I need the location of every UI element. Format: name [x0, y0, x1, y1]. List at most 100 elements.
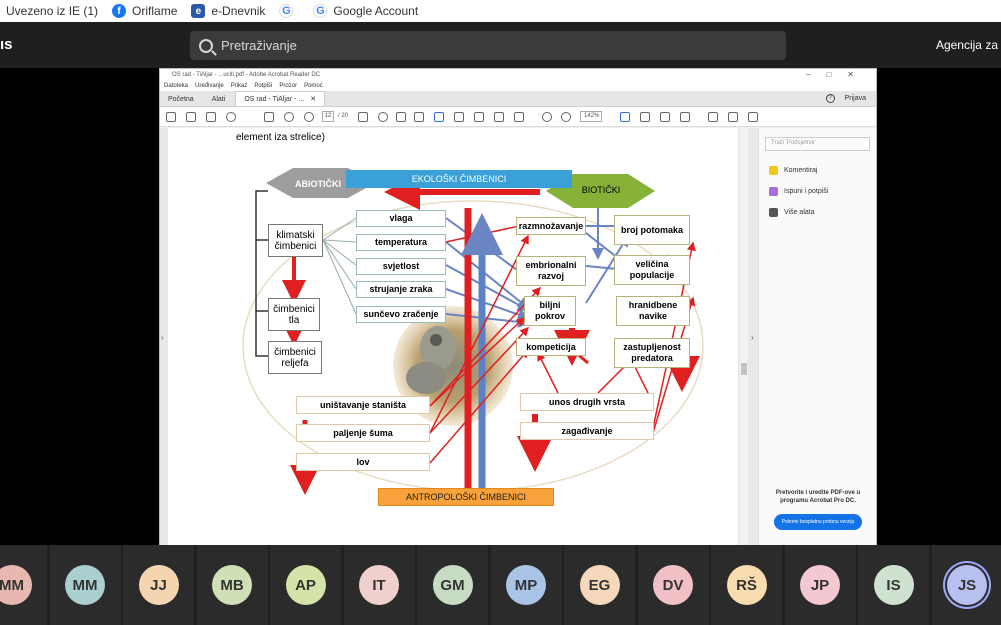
scroll-thumb[interactable]: [741, 363, 747, 375]
participant-tile[interactable]: JP: [784, 545, 856, 625]
marquee-icon[interactable]: [620, 112, 630, 122]
bookmark-ednevnik[interactable]: e e-Dnevnik: [191, 4, 265, 18]
promo-text: Pretvorite i uredite PDF-ove u programu …: [775, 490, 861, 504]
bookmark-ie-import[interactable]: Uvezeno iz IE (1): [6, 4, 98, 18]
page-up-icon[interactable]: [284, 112, 294, 122]
menu-help[interactable]: Pomoć: [304, 83, 323, 89]
tools-search-input[interactable]: Traži 'Podsjetnik': [765, 137, 870, 151]
bookmark-google[interactable]: G: [279, 4, 299, 18]
participant-tile[interactable]: MB: [196, 545, 268, 625]
vertical-scrollbar[interactable]: [740, 128, 748, 545]
hranidbene-navike-box: hranidbene navike: [616, 296, 690, 326]
participant-tile[interactable]: AP: [270, 545, 341, 625]
two-page-icon[interactable]: [454, 112, 464, 122]
menu-file[interactable]: Datoteka: [164, 83, 188, 89]
search-icon[interactable]: [226, 112, 236, 122]
participant-tile[interactable]: GM: [417, 545, 488, 625]
comment-icon[interactable]: [708, 112, 718, 122]
participant-tile[interactable]: MM: [0, 545, 47, 625]
suncevo-box: sunčevo zračenje: [356, 306, 446, 323]
window-controls[interactable]: –□✕: [806, 70, 870, 79]
crop-icon[interactable]: [494, 112, 504, 122]
free-trial-button[interactable]: Pokreni besplatnu probnu verziju: [774, 514, 862, 530]
bioticki-label: BIOTIČKI: [581, 185, 621, 195]
kompeticija-box: kompeticija: [516, 338, 586, 356]
tool-label: Više alata: [784, 209, 815, 216]
ekoloski-banner: EKOLOŠKI ČIMBENICI: [346, 170, 572, 188]
window-titlebar: OS rad - TiAljar - ...uciti.pdf - Adobe …: [160, 69, 876, 81]
participant-tile[interactable]: RŠ: [711, 545, 782, 625]
page-number-input[interactable]: 12: [322, 111, 334, 122]
login-area[interactable]: ? Prijava: [825, 94, 866, 103]
reljefa-box: čimbenici reljefa: [268, 341, 322, 374]
close-icon[interactable]: ✕: [310, 96, 316, 103]
tab-document[interactable]: OS rad - TiAljar - ... ✕: [235, 91, 326, 106]
tab-tools[interactable]: Alati: [204, 93, 234, 106]
rotate-icon[interactable]: [640, 112, 650, 122]
toolbar: 12 / 20 142%: [160, 107, 876, 127]
klimatski-box: klimatski čimbenici: [268, 224, 323, 257]
fit-page-icon[interactable]: [396, 112, 406, 122]
menu-window[interactable]: Prozor: [279, 83, 297, 89]
bookmark-oriflame[interactable]: f Oriflame: [112, 4, 177, 18]
razmnozavanje-box: razmnožavanje: [516, 217, 586, 235]
participant-tile[interactable]: EG: [564, 545, 635, 625]
printer-icon[interactable]: [474, 112, 484, 122]
search-input[interactable]: Pretraživanje: [190, 31, 786, 60]
zoom-level-select[interactable]: 142%: [580, 111, 602, 122]
more-tools[interactable]: Više alata: [769, 208, 815, 217]
select-icon[interactable]: [358, 112, 368, 122]
vlaga-box: vlaga: [356, 210, 446, 227]
zoom-out-icon[interactable]: [542, 112, 552, 122]
participant-tile[interactable]: DV: [637, 545, 709, 625]
menu-view[interactable]: Prikaz: [231, 83, 248, 89]
search-placeholder: Pretraživanje: [221, 38, 297, 53]
save-icon[interactable]: [166, 112, 176, 122]
bookmark-google-account[interactable]: G Google Account: [313, 4, 418, 18]
fill-sign-tool[interactable]: Ispuni i potpiši: [769, 187, 828, 196]
login-button[interactable]: Prijava: [845, 95, 866, 102]
right-panel-toggle-icon[interactable]: ›: [751, 333, 754, 342]
sign-icon[interactable]: [748, 112, 758, 122]
tab-home[interactable]: Početna: [160, 93, 202, 106]
page-down-icon[interactable]: [304, 112, 314, 122]
single-page-icon[interactable]: [434, 112, 444, 122]
participant-tile[interactable]: MP: [490, 545, 562, 625]
tools-icon[interactable]: [680, 112, 690, 122]
avatar: GM: [432, 565, 473, 605]
comment-tool[interactable]: Komentiraj: [769, 166, 817, 175]
strujanje-box: strujanje zraka: [356, 281, 446, 298]
organization-name[interactable]: Agencija za: [936, 38, 998, 52]
more-tools-icon: [769, 208, 778, 217]
left-panel-toggle-icon[interactable]: ›: [161, 333, 164, 342]
participant-tile[interactable]: IS: [858, 545, 929, 625]
embrionalni-box: embrionalni razvoj: [516, 256, 586, 286]
menu-sign[interactable]: Potpiši: [254, 83, 272, 89]
app-header: ıs Pretraživanje Agencija za: [0, 22, 1001, 68]
document-icon[interactable]: [514, 112, 524, 122]
print-icon[interactable]: [186, 112, 196, 122]
avatar: MM: [0, 565, 32, 605]
zoom-icon[interactable]: [378, 112, 388, 122]
participant-tile[interactable]: IT: [343, 545, 415, 625]
participant-tile[interactable]: MM: [49, 545, 121, 625]
mail-icon[interactable]: [206, 112, 216, 122]
page-total: / 20: [338, 113, 349, 119]
zoom-in-icon[interactable]: [561, 112, 571, 122]
copy-icon[interactable]: [264, 112, 274, 122]
google-icon: G: [313, 4, 328, 18]
participant-tile[interactable]: JJ: [123, 545, 194, 625]
unistavanje-box: uništavanje staništa: [296, 396, 430, 414]
pen-icon[interactable]: [728, 112, 738, 122]
paljenje-box: paljenje šuma: [296, 424, 430, 442]
avatar: JS: [947, 565, 987, 605]
fullscreen-icon[interactable]: [660, 112, 670, 122]
scroll-mode-icon[interactable]: [414, 112, 424, 122]
avatar: DV: [653, 565, 693, 605]
menu-edit[interactable]: Uređivanje: [195, 83, 224, 89]
tool-label: Ispuni i potpiši: [784, 188, 829, 195]
svjetlost-box: svjetlost: [356, 258, 446, 275]
help-icon[interactable]: ?: [825, 94, 835, 103]
participant-tile[interactable]: JS: [931, 545, 1001, 625]
antropoloski-banner: ANTROPOLOŠKI ČIMBENICI: [378, 488, 554, 506]
